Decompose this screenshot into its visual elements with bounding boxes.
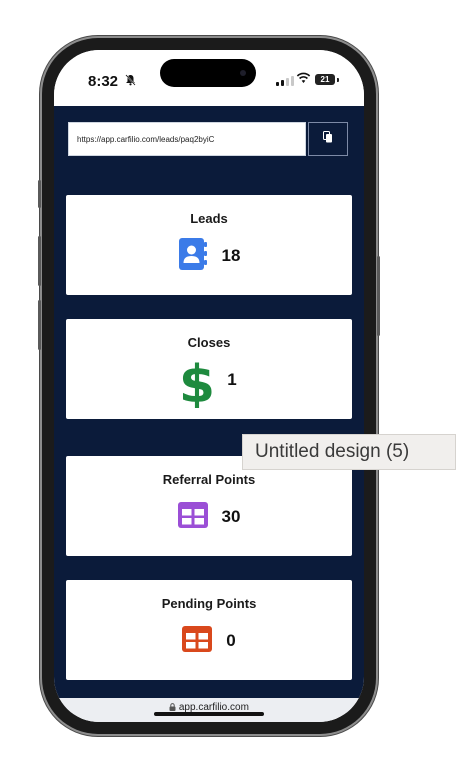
camera-dot [240,70,246,76]
contact-book-icon [178,237,208,276]
leads-card: Leads 18 [66,195,352,295]
signal-icon [276,76,294,86]
dollar-icon: $ [179,348,215,415]
battery-tip [337,78,339,82]
referral-points-value: 30 [221,507,241,526]
table-icon [177,501,208,533]
status-bar: 8:32 21 [54,50,364,106]
referral-dashboard: Leads 18 Closes $ 1 [54,106,364,698]
home-indicator[interactable] [154,712,264,716]
copy-link-button[interactable] [308,122,348,156]
closes-card: Closes $ 1 [66,319,352,419]
volume-up-button [38,236,41,286]
action-button [38,180,41,208]
status-time: 8:32 [88,73,119,90]
power-button [377,256,380,336]
leads-count: 18 [221,246,241,265]
dynamic-island [160,59,256,87]
svg-text:$: $ [181,356,213,408]
referral-points-card-title: Referral Points [162,472,256,487]
pending-points-card-title: Pending Points [161,596,257,611]
copy-icon [323,130,333,148]
browser-address-bar[interactable]: app.carfilio.com [54,698,364,722]
pending-points-card: Pending Points 0 [66,580,352,680]
table-icon [182,625,213,657]
referral-points-card: Referral Points 30 [66,456,352,556]
volume-down-button [38,300,41,350]
closes-count: 1 [227,370,237,389]
referral-link-row [68,122,350,158]
phone-frame: 8:32 21 https://app.carfilio.com/leads/p… [38,38,380,734]
wifi-icon [296,72,311,87]
pending-points-value: 0 [226,631,236,650]
tooltip: Untitled design (5) [242,434,456,470]
phone-screen: 8:32 21 https://app.carfilio.com/leads/p… [54,50,364,722]
battery-icon: 21 [315,74,335,85]
bell-slash-icon [125,74,136,89]
leads-card-title: Leads [190,211,228,226]
referral-link-input[interactable] [68,122,306,156]
